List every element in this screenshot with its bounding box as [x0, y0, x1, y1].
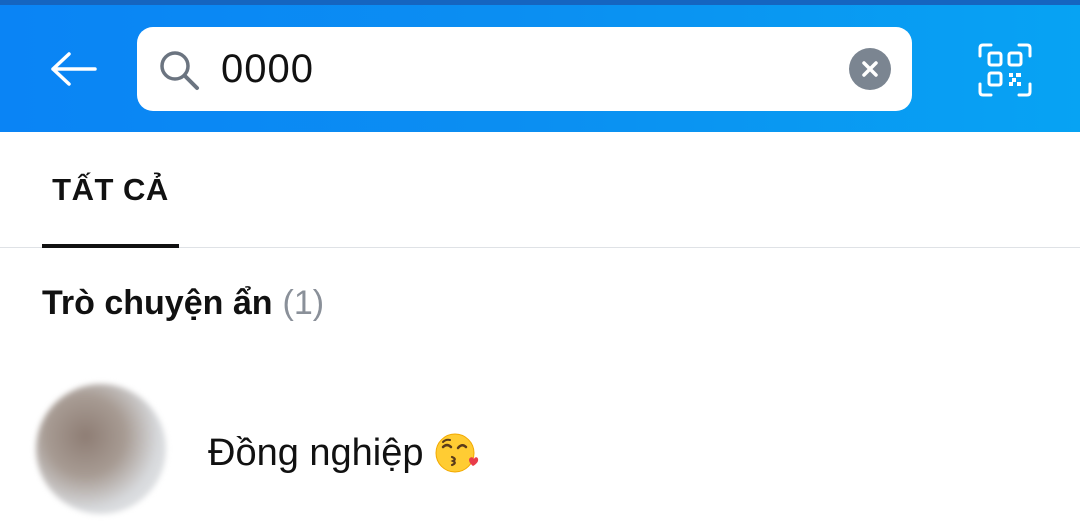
section-title: Trò chuyện ẩn [42, 283, 273, 322]
list-item[interactable]: Đồng nghiệp [0, 372, 1080, 529]
arrow-left-icon [51, 52, 97, 86]
clear-search-button[interactable] [849, 48, 891, 90]
active-tab-indicator [42, 244, 179, 248]
kissing-wink-emoji-icon [434, 430, 480, 476]
section-count: (1) [282, 283, 325, 322]
tab-bar: TẤT CẢ [0, 132, 1080, 248]
search-box[interactable] [137, 27, 912, 111]
qr-scan-icon [978, 43, 1032, 97]
conversation-name: Đồng nghiệp [208, 428, 480, 478]
conversation-name-text: Đồng nghiệp [208, 431, 424, 474]
tab-all[interactable]: TẤT CẢ [42, 132, 179, 248]
section-header: Trò chuyện ẩn (1) [42, 280, 324, 326]
search-header [0, 0, 1080, 132]
close-icon [862, 61, 878, 77]
search-input[interactable] [221, 41, 841, 97]
tab-all-label: TẤT CẢ [52, 172, 169, 207]
back-button[interactable] [44, 44, 104, 94]
avatar [36, 384, 166, 514]
search-icon [160, 51, 199, 90]
qr-scan-button[interactable] [974, 40, 1036, 100]
